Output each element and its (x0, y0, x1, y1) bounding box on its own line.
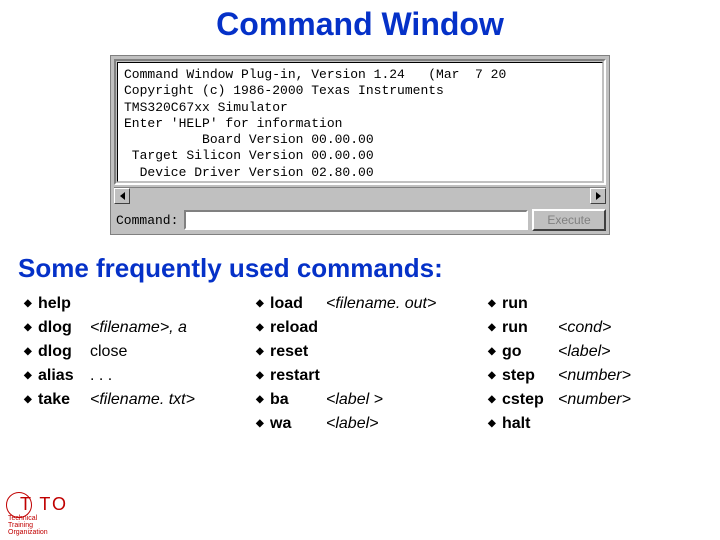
commands-col-3: ◆run◆run<cond>◆go<label>◆step<number>◆cs… (488, 292, 688, 436)
diamond-bullet-icon: ◆ (488, 416, 502, 431)
command-name: alias (38, 364, 90, 388)
diamond-bullet-icon: ◆ (24, 320, 38, 335)
scroll-left-button[interactable] (114, 188, 130, 204)
command-row: Command: Execute (114, 209, 606, 231)
arrow-left-icon (120, 192, 125, 200)
command-window: Command Window Plug-in, Version 1.24 (Ma… (110, 55, 610, 235)
command-name: load (270, 292, 326, 316)
command-arg: <label > (326, 388, 383, 412)
diamond-bullet-icon: ◆ (256, 320, 270, 335)
command-arg: <filename>, a (90, 316, 187, 340)
command-name: dlog (38, 316, 90, 340)
scroll-right-button[interactable] (590, 188, 606, 204)
commands-col-1: ◆help◆dlog<filename>, a◆dlogclose◆alias.… (24, 292, 256, 436)
list-item: ◆run (488, 292, 688, 316)
list-item: ◆ba<label > (256, 388, 488, 412)
page-title: Command Window (0, 0, 720, 47)
diamond-bullet-icon: ◆ (488, 368, 502, 383)
command-name: wa (270, 412, 326, 436)
diamond-bullet-icon: ◆ (256, 392, 270, 407)
list-item: ◆load<filename. out> (256, 292, 488, 316)
arrow-right-icon (596, 192, 601, 200)
diamond-bullet-icon: ◆ (256, 296, 270, 311)
commands-col-2: ◆load<filename. out>◆reload◆reset◆restar… (256, 292, 488, 436)
list-item: ◆reset (256, 340, 488, 364)
command-name: run (502, 292, 558, 316)
scrollbar-horizontal[interactable] (114, 187, 606, 203)
list-item: ◆take<filename. txt> (24, 388, 256, 412)
command-arg: . . . (90, 364, 112, 388)
command-arg: <filename. out> (326, 292, 436, 316)
command-name: cstep (502, 388, 558, 412)
command-arg: <label> (326, 412, 379, 436)
tto-sub-3: Organization (8, 529, 56, 536)
command-arg: <filename. txt> (90, 388, 195, 412)
list-item: ◆halt (488, 412, 688, 436)
diamond-bullet-icon: ◆ (24, 392, 38, 407)
diamond-bullet-icon: ◆ (488, 320, 502, 335)
tto-sub-1: Technical (8, 515, 56, 522)
command-name: help (38, 292, 90, 316)
command-name: reload (270, 316, 326, 340)
list-item: ◆go<label> (488, 340, 688, 364)
command-name: restart (270, 364, 326, 388)
list-item: ◆reload (256, 316, 488, 340)
list-item: ◆run<cond> (488, 316, 688, 340)
command-label: Command: (114, 213, 180, 228)
command-name: reset (270, 340, 326, 364)
diamond-bullet-icon: ◆ (24, 344, 38, 359)
list-item: ◆wa<label> (256, 412, 488, 436)
diamond-bullet-icon: ◆ (256, 416, 270, 431)
diamond-bullet-icon: ◆ (488, 392, 502, 407)
command-name: run (502, 316, 558, 340)
tto-logo: T TO Technical Training Organization (6, 494, 54, 536)
command-arg: <label> (558, 340, 611, 364)
diamond-bullet-icon: ◆ (256, 344, 270, 359)
list-item: ◆dlog<filename>, a (24, 316, 256, 340)
diamond-bullet-icon: ◆ (256, 368, 270, 383)
tto-sub-2: Training (8, 522, 56, 529)
list-item: ◆restart (256, 364, 488, 388)
command-name: dlog (38, 340, 90, 364)
diamond-bullet-icon: ◆ (488, 344, 502, 359)
command-name: halt (502, 412, 558, 436)
list-item: ◆cstep<number> (488, 388, 688, 412)
freq-heading: Some frequently used commands: (0, 235, 720, 288)
command-output-frame: Command Window Plug-in, Version 1.24 (Ma… (114, 59, 606, 185)
command-name: go (502, 340, 558, 364)
commands-columns: ◆help◆dlog<filename>, a◆dlogclose◆alias.… (0, 288, 720, 436)
list-item: ◆alias. . . (24, 364, 256, 388)
command-arg: <cond> (558, 316, 611, 340)
list-item: ◆step<number> (488, 364, 688, 388)
command-name: ba (270, 388, 326, 412)
diamond-bullet-icon: ◆ (24, 368, 38, 383)
diamond-bullet-icon: ◆ (24, 296, 38, 311)
list-item: ◆help (24, 292, 256, 316)
command-arg: <number> (558, 388, 631, 412)
list-item: ◆dlogclose (24, 340, 256, 364)
command-output: Command Window Plug-in, Version 1.24 (Ma… (117, 62, 603, 182)
command-input[interactable] (184, 210, 528, 230)
command-arg: close (90, 340, 127, 364)
command-name: step (502, 364, 558, 388)
tto-label: T TO (20, 494, 68, 515)
command-arg: <number> (558, 364, 631, 388)
command-name: take (38, 388, 90, 412)
diamond-bullet-icon: ◆ (488, 296, 502, 311)
execute-button[interactable]: Execute (532, 209, 606, 231)
